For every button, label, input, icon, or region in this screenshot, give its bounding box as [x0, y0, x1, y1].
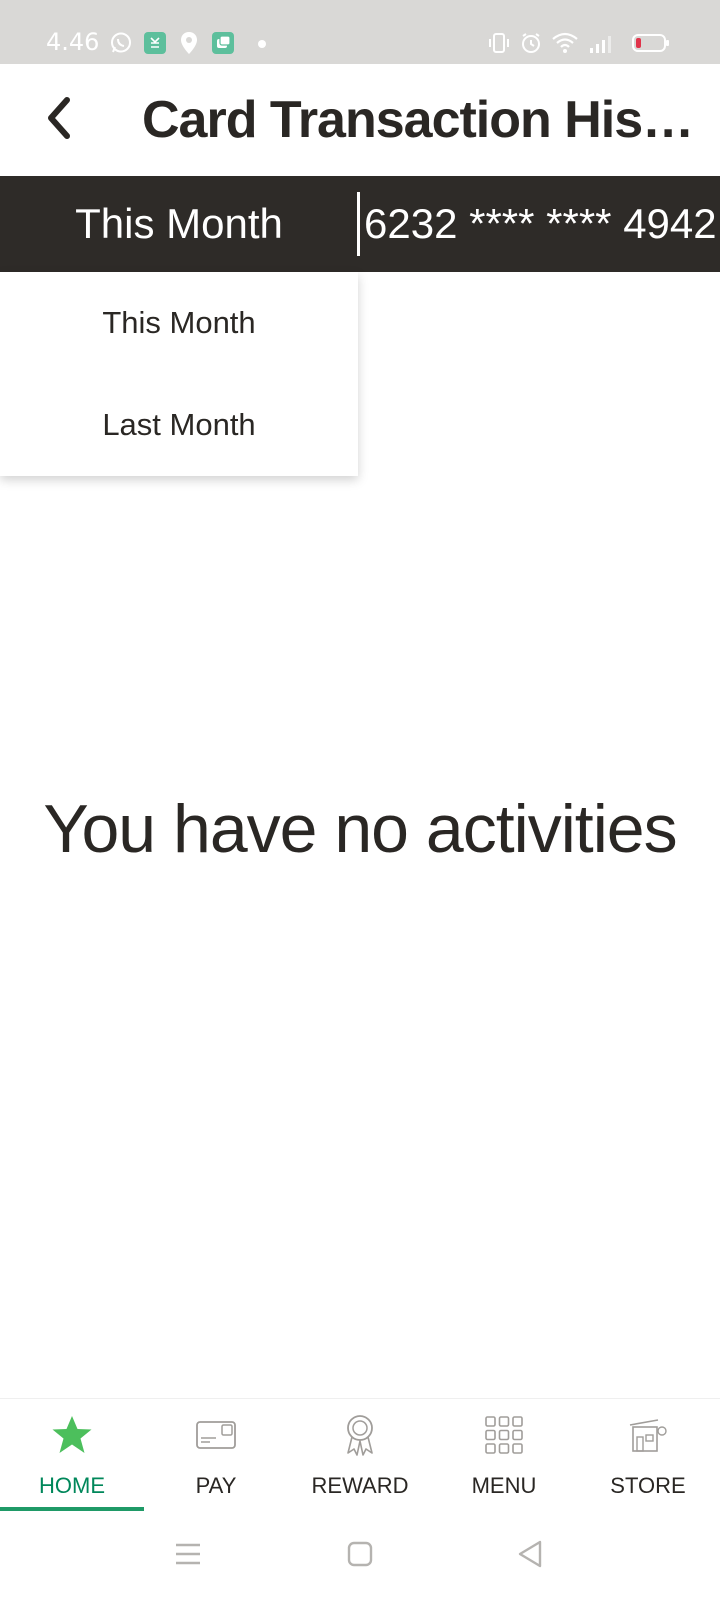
- dropdown-option-last-month[interactable]: Last Month: [0, 374, 358, 476]
- wifi-icon: [552, 30, 578, 56]
- notification-dot: [258, 40, 266, 48]
- filter-divider: [357, 192, 360, 256]
- vibrate-icon: [486, 30, 512, 56]
- nav-item-reward[interactable]: REWARD: [288, 1399, 432, 1513]
- nav-label-pay: PAY: [195, 1473, 237, 1498]
- status-bar: 4.46: [0, 0, 720, 64]
- menu-lines-icon: [174, 1542, 202, 1571]
- status-time: 4.46: [46, 28, 100, 56]
- nav-label-store: STORE: [610, 1473, 686, 1498]
- shop-app-icon: [142, 30, 168, 56]
- triangle-back-icon: [516, 1539, 544, 1574]
- period-select[interactable]: This Month: [0, 176, 358, 272]
- back-system-button[interactable]: [506, 1532, 554, 1580]
- period-dropdown-menu: This Month Last Month: [0, 272, 358, 476]
- nav-label-reward: REWARD: [311, 1473, 409, 1498]
- nav-item-home[interactable]: HOME: [0, 1399, 144, 1513]
- empty-state-message: You have no activities: [43, 791, 677, 867]
- system-nav-bar: [0, 1512, 720, 1600]
- active-tab-indicator: [0, 1507, 144, 1511]
- nav-item-pay[interactable]: PAY: [144, 1399, 288, 1513]
- chevron-left-icon: [43, 96, 73, 145]
- app-header: Card Transaction History: [0, 64, 720, 176]
- card-icon: [194, 1413, 238, 1457]
- page-title: Card Transaction History: [142, 91, 702, 149]
- signal-icon: [588, 30, 614, 56]
- store-icon: [626, 1413, 670, 1457]
- battery-low-icon: [628, 30, 674, 56]
- star-icon: [50, 1413, 94, 1457]
- location-pin-icon: [176, 30, 202, 56]
- nav-label-home: HOME: [39, 1473, 105, 1498]
- dropdown-option-this-month[interactable]: This Month: [0, 272, 358, 374]
- nav-item-store[interactable]: STORE: [576, 1399, 720, 1513]
- filter-bar: This Month 6232 **** **** 4942: [0, 176, 720, 272]
- chat-app-icon: [210, 30, 236, 56]
- back-button[interactable]: [30, 90, 86, 150]
- card-select[interactable]: 6232 **** **** 4942: [364, 176, 720, 272]
- ribbon-icon: [338, 1413, 382, 1457]
- nav-label-menu: MENU: [471, 1473, 537, 1498]
- bottom-nav: HOME PAY REWARD MENU STORE: [0, 1398, 720, 1512]
- recents-button[interactable]: [164, 1532, 212, 1580]
- home-button[interactable]: [336, 1532, 384, 1580]
- nav-item-menu[interactable]: MENU: [432, 1399, 576, 1513]
- alarm-icon: [518, 30, 544, 56]
- square-icon: [347, 1541, 373, 1572]
- grid-icon: [482, 1413, 526, 1457]
- whatsapp-icon: [108, 30, 134, 56]
